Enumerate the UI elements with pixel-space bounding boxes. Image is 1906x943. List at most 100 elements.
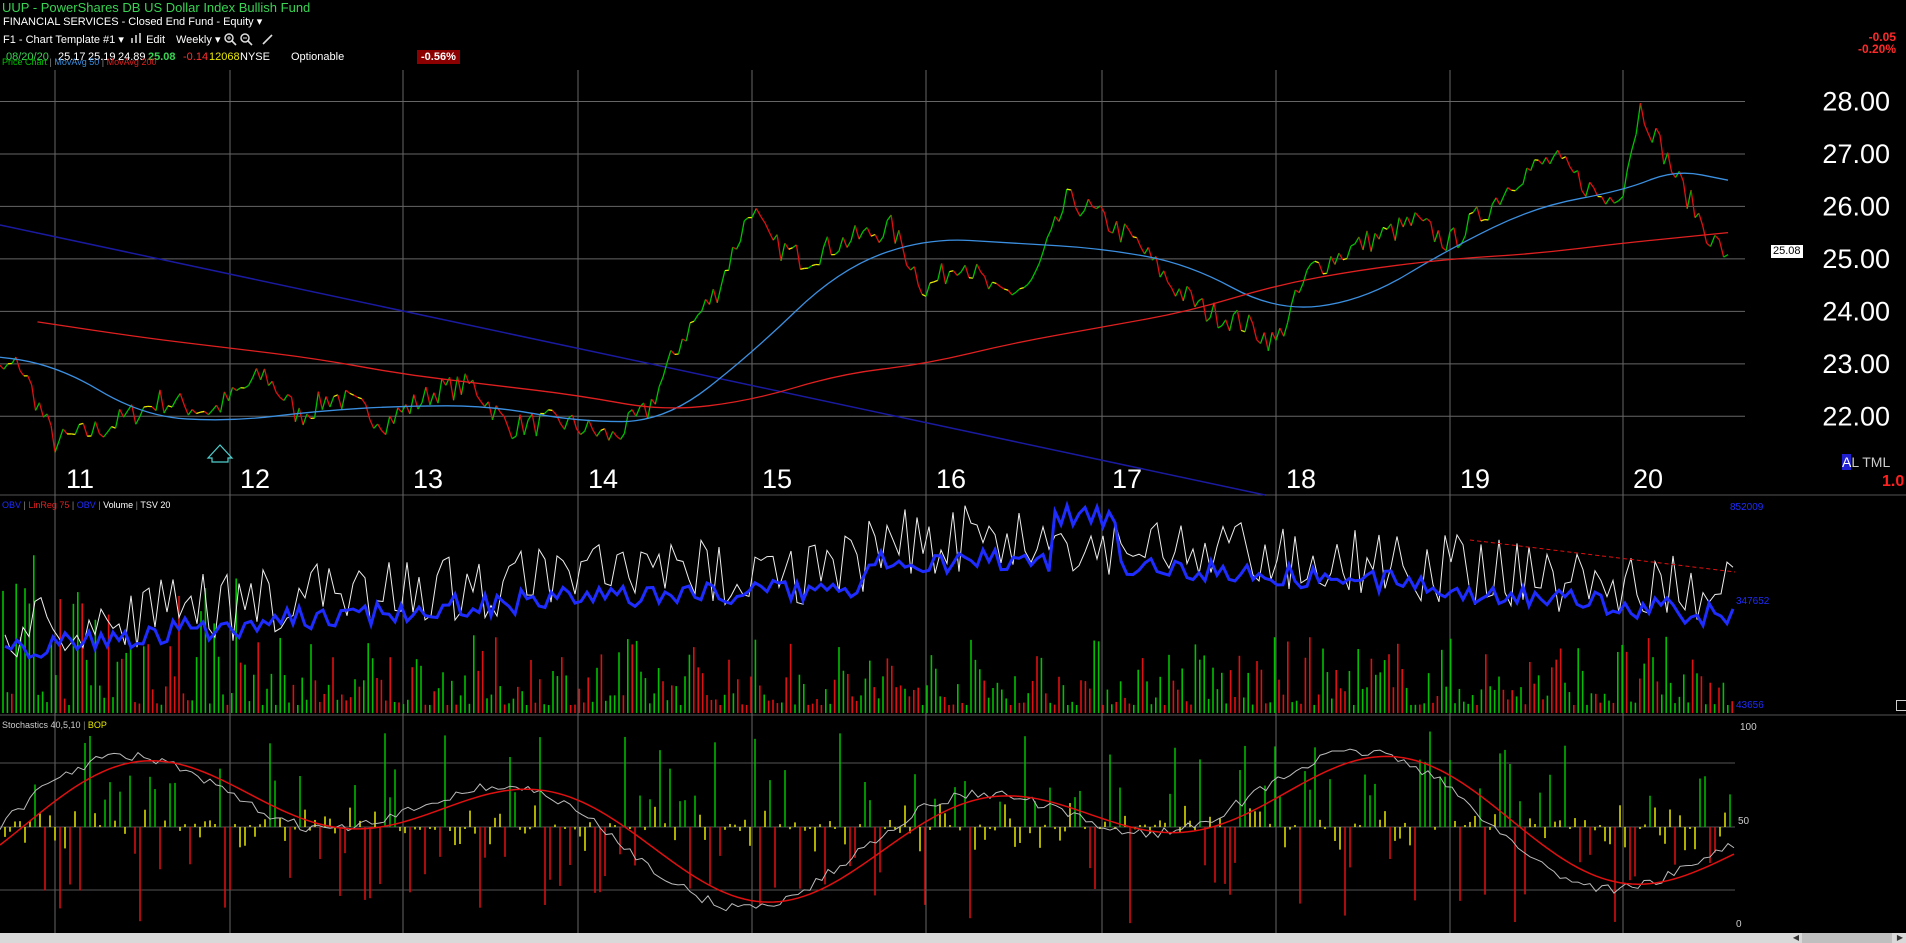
price-segment <box>1310 260 1316 265</box>
scroll-thumb[interactable] <box>1802 933 1892 943</box>
price-segment <box>937 263 943 281</box>
price-segment <box>487 401 494 421</box>
price-segment <box>227 387 234 402</box>
price-segment <box>1518 183 1524 188</box>
price-segment <box>1182 286 1188 302</box>
price-segment <box>1631 134 1637 151</box>
price-segment <box>50 425 56 453</box>
price-segment <box>1545 157 1551 165</box>
price-segment <box>1651 128 1657 143</box>
price-segment <box>600 428 606 432</box>
x-tick-label: 17 <box>1112 464 1142 494</box>
price-segment <box>1027 278 1033 285</box>
price-segment <box>878 236 884 243</box>
price-chart[interactable]: 28.00 27.00 26.00 25.00 24.00 23.00 22.00 11 12… <box>0 0 1906 933</box>
scroll-right-icon[interactable]: ▶ <box>1894 933 1906 943</box>
price-segment <box>910 266 915 271</box>
price-segment <box>1066 188 1072 191</box>
price-segment <box>890 214 896 244</box>
price-segment <box>960 264 966 273</box>
price-segment <box>191 409 197 414</box>
volume-top-label: 852009 <box>1730 502 1764 513</box>
volume-panel-legend: OBV | LinReg 75 | OBV | Volume | TSV 20 <box>2 500 171 510</box>
price-segment <box>811 263 816 267</box>
event-marker-icon <box>206 444 234 463</box>
price-segment <box>90 421 97 437</box>
price-segment <box>1537 159 1543 165</box>
price-segment <box>1643 123 1649 134</box>
price-segment <box>788 247 793 250</box>
price-segment <box>1618 196 1624 202</box>
price-segment <box>204 410 209 416</box>
price-segment <box>1108 230 1113 234</box>
scroll-left-icon[interactable]: ◀ <box>1790 933 1802 943</box>
price-segment <box>1275 327 1281 341</box>
price-segment <box>98 433 104 438</box>
price-segment <box>1663 152 1669 165</box>
price-segment <box>666 350 672 364</box>
price-segment <box>1549 155 1555 165</box>
price-segment <box>933 279 938 283</box>
price-segment <box>850 225 856 241</box>
price-segment <box>62 428 68 435</box>
price-segment <box>1437 230 1443 248</box>
price-segment <box>1374 232 1380 240</box>
price-segment <box>1290 289 1296 305</box>
price-segment <box>980 271 986 277</box>
price-segment <box>917 284 923 295</box>
price-segment <box>519 414 525 435</box>
price-segment <box>1526 167 1532 172</box>
legend-bop: BOP <box>87 720 107 730</box>
price-segment <box>906 264 912 271</box>
price-segment <box>1706 242 1711 247</box>
price-segment <box>1398 217 1404 228</box>
price-segment <box>588 419 594 430</box>
price-segment <box>0 364 5 370</box>
obv-line <box>4 500 1735 660</box>
price-segment <box>445 376 451 386</box>
price-segment <box>1698 212 1704 227</box>
price-segment <box>1382 226 1388 230</box>
price-segment <box>1322 272 1327 275</box>
price-segment <box>988 281 994 290</box>
price-segment <box>1120 223 1126 243</box>
linreg-line <box>1469 539 1736 573</box>
price-segment <box>1541 157 1547 165</box>
price-segment <box>1140 246 1146 255</box>
price-segment <box>1553 149 1559 157</box>
ticker-tag-rest: L TML <box>1851 454 1891 470</box>
y-tick-label: 27.00 <box>1822 139 1890 169</box>
price-segment <box>1213 302 1219 329</box>
price-segment <box>1378 227 1384 240</box>
price-segment <box>1004 288 1009 291</box>
price-segment <box>1205 317 1211 322</box>
price-segment <box>1221 319 1227 327</box>
price-segment <box>1286 304 1293 323</box>
panel-resize-button[interactable] <box>1896 700 1906 711</box>
price-segment <box>1306 263 1312 271</box>
price-segment <box>716 286 722 303</box>
price-segment <box>949 270 954 273</box>
price-segment <box>999 286 1005 290</box>
price-segment <box>106 426 113 433</box>
price-segment <box>1124 223 1130 230</box>
price-segment <box>658 376 664 387</box>
price-segment <box>1007 289 1013 296</box>
price-segment <box>1070 189 1077 208</box>
price-segment <box>511 435 517 440</box>
price-segment <box>283 394 289 401</box>
price-segment <box>1217 325 1223 329</box>
price-segment <box>677 338 684 355</box>
price-segment <box>1605 197 1611 205</box>
price-segment <box>807 265 813 269</box>
price-segment <box>1174 288 1180 297</box>
price-segment <box>244 384 249 389</box>
horizontal-scrollbar[interactable]: ◀ ▶ <box>0 933 1906 943</box>
price-segment <box>114 409 121 429</box>
price-segment <box>858 231 864 240</box>
price-segment <box>1271 332 1277 341</box>
price-segment <box>882 220 888 238</box>
price-segment <box>732 246 737 250</box>
price-segment <box>1406 216 1412 227</box>
price-segment <box>349 392 355 396</box>
